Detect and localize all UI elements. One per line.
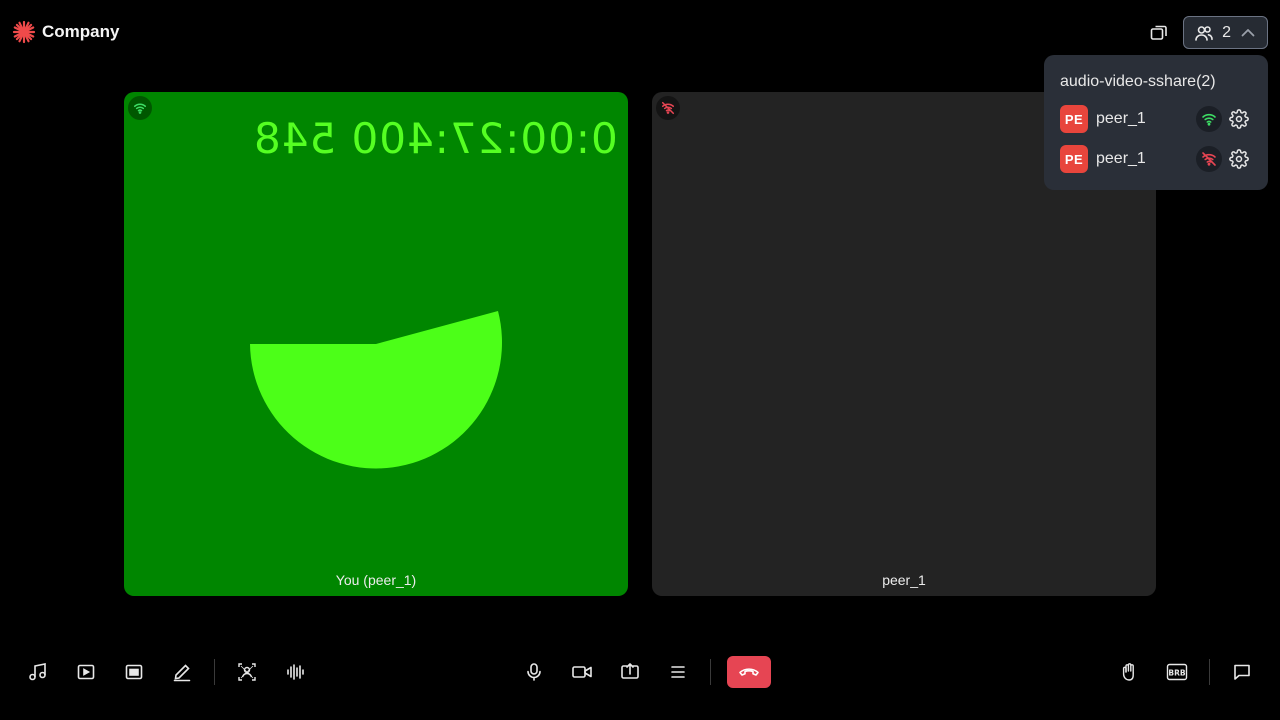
video-playlist-icon (77, 664, 95, 680)
raise-hand-button[interactable] (1113, 656, 1145, 688)
pip-button[interactable] (118, 656, 150, 688)
pip-window-icon (1150, 25, 1167, 40)
network-disconnected-icon (656, 96, 680, 120)
camera-toggle-button[interactable] (566, 656, 598, 688)
pip-window-button[interactable] (1143, 17, 1175, 49)
toolbar-divider (214, 659, 215, 685)
leave-call-button[interactable] (727, 656, 771, 688)
brand-name: Company (42, 22, 120, 41)
toolbar-divider (710, 659, 711, 685)
participant-count: 2 (1222, 23, 1231, 41)
svg-text:BRB: BRB (1168, 668, 1185, 677)
hamburger-menu-icon (671, 666, 685, 678)
video-playlist-button[interactable] (70, 656, 102, 688)
video-frame-graphic (250, 311, 502, 469)
room-title: audio-video-sshare(2) (1060, 73, 1216, 90)
virtual-background-icon (238, 663, 256, 681)
avatar: PE (1060, 145, 1088, 173)
network-good-icon (128, 96, 152, 120)
microphone-toggle-button[interactable] (518, 656, 550, 688)
virtual-background-button[interactable] (231, 656, 263, 688)
participant-row[interactable]: PE peer_1 (1060, 105, 1252, 133)
tile-name-label: peer_1 (882, 572, 926, 588)
microphone-icon (527, 663, 541, 681)
more-options-button[interactable] (662, 656, 694, 688)
gear-icon (1229, 109, 1249, 129)
pip-icon (125, 664, 143, 680)
audio-waveform-icon (287, 664, 304, 680)
network-disconnected-icon (1196, 146, 1222, 172)
control-bar: BRB (0, 624, 1280, 720)
participants-toggle-button[interactable]: 2 (1183, 16, 1268, 49)
chevron-up-icon (1241, 28, 1255, 36)
camera-icon (572, 666, 592, 678)
gear-icon (1229, 149, 1249, 169)
people-icon (1195, 25, 1213, 41)
raise-hand-icon (1122, 663, 1134, 681)
participant-settings-button[interactable] (1226, 146, 1252, 172)
chat-icon (1234, 664, 1250, 680)
participant-name: peer_1 (1096, 150, 1146, 167)
video-timer-text: 0:00:27:400 548 (253, 114, 618, 163)
screen-share-button[interactable] (614, 656, 646, 688)
participant-settings-button[interactable] (1226, 106, 1252, 132)
whiteboard-button[interactable] (166, 656, 198, 688)
brand-asterisk-icon (12, 20, 36, 44)
music-button[interactable] (22, 656, 54, 688)
screen-share-icon (621, 663, 639, 679)
chat-button[interactable] (1226, 656, 1258, 688)
participant-row[interactable]: PE peer_1 (1060, 145, 1252, 173)
noise-suppression-button[interactable] (279, 656, 311, 688)
brand-logo: Company (12, 20, 119, 44)
participant-name: peer_1 (1096, 110, 1146, 127)
tile-name-label: You (peer_1) (335, 572, 417, 588)
hang-up-icon (739, 668, 759, 676)
avatar: PE (1060, 105, 1088, 133)
brb-icon: BRB (1166, 663, 1188, 681)
participants-popover: audio-video-sshare(2) PE peer_1 PE peer_… (1044, 55, 1268, 190)
video-tile-local[interactable]: 0:00:27:400 548 You (peer_1) (124, 92, 628, 596)
network-good-icon (1196, 106, 1222, 132)
brb-button[interactable]: BRB (1161, 656, 1193, 688)
toolbar-divider (1209, 659, 1210, 685)
music-icon (29, 663, 46, 681)
whiteboard-icon (173, 664, 191, 682)
